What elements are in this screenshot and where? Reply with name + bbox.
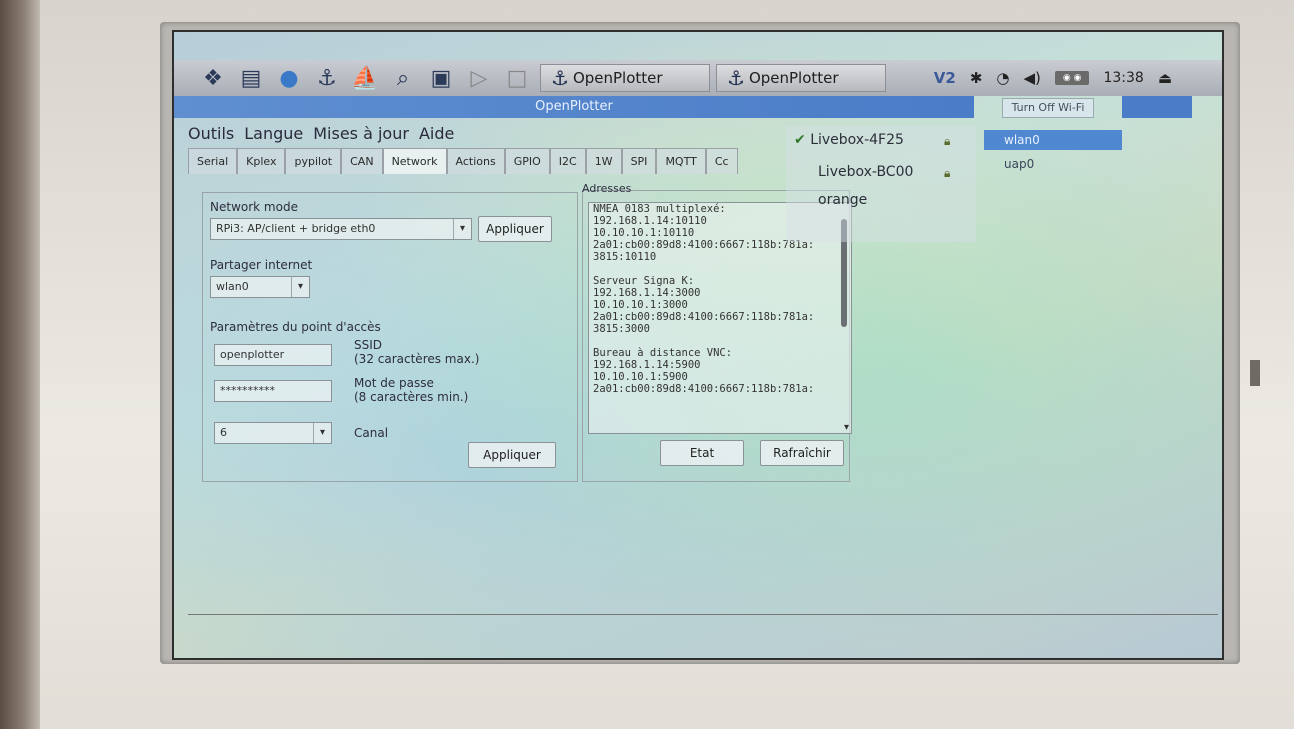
address-line: 3815:3000 <box>593 323 650 335</box>
address-line: 192.168.1.14:5900 <box>593 359 701 371</box>
menu-aide[interactable]: Aide <box>419 124 454 143</box>
address-line: 2a01:cb00:89d8:4100:6667:118b:781a: <box>593 383 815 395</box>
tab-gpio[interactable]: GPIO <box>504 148 550 174</box>
tab-actions[interactable]: Actions <box>446 148 505 174</box>
chevron-down-icon: ▾ <box>291 277 309 297</box>
task-label: OpenPlotter <box>572 69 663 87</box>
file-manager-icon[interactable]: ▤ <box>236 64 266 92</box>
etat-button[interactable]: Etat <box>660 440 744 466</box>
channel-select[interactable]: 6 ▾ <box>214 422 332 444</box>
addresses-legend: Adresses <box>582 182 632 195</box>
chevron-down-icon: ▾ <box>313 423 331 443</box>
tab-i2c[interactable]: I2C <box>549 148 586 174</box>
monitor-icon[interactable]: ▣ <box>426 64 456 92</box>
check-icon: ✔ <box>794 132 806 148</box>
share-internet-label: Partager internet <box>210 258 313 272</box>
address-line: Serveur Signa K: <box>593 275 695 287</box>
task-label: OpenPlotter <box>748 69 839 87</box>
share-internet-select[interactable]: wlan0 ▾ <box>210 276 310 298</box>
turn-off-wifi-button[interactable]: Turn Off Wi-Fi <box>1002 98 1094 118</box>
tab-can[interactable]: CAN <box>341 148 383 174</box>
window-title: OpenPlotter <box>174 96 974 118</box>
task-openplotter-1[interactable]: ⚓ OpenPlotter <box>540 64 710 92</box>
menubar: Outils Langue Mises à jour Aide <box>188 124 454 143</box>
lock-icon: 🔒︎ <box>944 166 951 180</box>
ssid-field[interactable]: openplotter <box>214 344 332 366</box>
address-line: 10.10.10.1:5900 <box>593 371 688 383</box>
channel-label: Canal <box>354 426 389 440</box>
address-line: 10.10.10.1:3000 <box>593 299 688 311</box>
wifi-network-label: Livebox-4F25 <box>810 132 904 148</box>
address-line: Bureau à distance VNC: <box>593 347 733 359</box>
side-notch <box>1250 360 1260 386</box>
desk-edge <box>0 0 42 729</box>
share-internet-value: wlan0 <box>216 280 249 293</box>
apply-ap-button[interactable]: Appliquer <box>468 442 556 468</box>
wifi-network-item[interactable]: ✔ Livebox-4F25 <box>794 132 904 148</box>
wifi-icon[interactable]: ◔ <box>996 69 1009 87</box>
wifi-network-item[interactable]: orange <box>818 192 867 208</box>
bluetooth-icon[interactable]: ✱ <box>970 69 983 87</box>
menu-outils[interactable]: Outils <box>188 124 234 143</box>
network-mode-select[interactable]: RPi3: AP/client + bridge eth0 ▾ <box>210 218 472 240</box>
divider <box>188 614 1218 615</box>
anchor-icon: ⚓ <box>551 66 569 90</box>
scroll-down-icon[interactable]: ▾ <box>844 422 849 433</box>
search-icon[interactable]: ⌕ <box>388 64 418 92</box>
ssid-hint: (32 caractères max.) <box>354 352 480 366</box>
volume-icon[interactable]: ◀) <box>1023 69 1040 87</box>
channel-value: 6 <box>220 426 227 439</box>
ap-params-label: Paramètres du point d'accès <box>210 320 381 334</box>
lock-icon: 🔒︎ <box>944 134 951 148</box>
anchor-icon[interactable]: ⚓ <box>312 64 342 92</box>
raspberry-menu-icon[interactable]: ❖ <box>198 64 228 92</box>
address-line <box>589 335 851 347</box>
password-hint: (8 caractères min.) <box>354 390 469 404</box>
address-line: 3815:10110 <box>593 251 657 263</box>
play-icon[interactable]: ▷ <box>464 64 494 92</box>
system-tray: V2 ✱ ◔ ◀) ◉ ◉ 13:38 ⏏ <box>934 69 1172 87</box>
network-mode-label: Network mode <box>210 200 298 214</box>
wifi-network-item[interactable]: Livebox-BC00 <box>818 164 913 180</box>
boat-icon[interactable]: ⛵ <box>350 64 380 92</box>
menu-mises-a-jour[interactable]: Mises à jour <box>313 124 409 143</box>
interface-wlan0[interactable]: wlan0 <box>984 130 1122 150</box>
tab-pypilot[interactable]: pypilot <box>285 148 342 174</box>
interface-uap0[interactable]: uap0 <box>984 154 1122 174</box>
password-label: Mot de passe <box>354 376 434 390</box>
chevron-down-icon: ▾ <box>453 219 471 239</box>
ssid-label: SSID <box>354 338 383 352</box>
address-line: 2a01:cb00:89d8:4100:6667:118b:781a: <box>593 311 815 323</box>
tab-more[interactable]: Cc <box>705 148 738 174</box>
refresh-button[interactable]: Rafraîchir <box>760 440 844 466</box>
address-line <box>589 263 851 275</box>
clock: 13:38 <box>1103 70 1144 86</box>
stop-icon[interactable]: □ <box>502 64 532 92</box>
task-openplotter-2[interactable]: ⚓ OpenPlotter <box>716 64 886 92</box>
tab-kplex[interactable]: Kplex <box>237 148 286 174</box>
tab-serial[interactable]: Serial <box>188 148 238 174</box>
vnc-icon[interactable]: V2 <box>934 69 956 87</box>
browser-icon[interactable]: ● <box>274 64 304 92</box>
cpu-badge: ◉ ◉ <box>1054 71 1090 85</box>
address-line: 192.168.1.14:3000 <box>593 287 701 299</box>
anchor-icon: ⚓ <box>727 66 745 90</box>
window-controls[interactable] <box>1122 96 1192 118</box>
tab-bar: Serial Kplex pypilot CAN Network Actions… <box>188 148 738 174</box>
password-field[interactable]: ********** <box>214 380 332 402</box>
tab-mqtt[interactable]: MQTT <box>656 148 706 174</box>
tab-1w[interactable]: 1W <box>585 148 622 174</box>
tab-network[interactable]: Network <box>382 148 447 174</box>
eject-icon[interactable]: ⏏ <box>1158 69 1172 87</box>
taskbar: ❖ ▤ ● ⚓ ⛵ ⌕ ▣ ▷ □ ⚓ OpenPlotter ⚓ OpenPl… <box>174 60 1222 96</box>
menu-langue[interactable]: Langue <box>244 124 303 143</box>
network-mode-value: RPi3: AP/client + bridge eth0 <box>216 222 376 235</box>
screen: ❖ ▤ ● ⚓ ⛵ ⌕ ▣ ▷ □ ⚓ OpenPlotter ⚓ OpenPl… <box>172 30 1224 660</box>
tab-spi[interactable]: SPI <box>621 148 657 174</box>
apply-mode-button[interactable]: Appliquer <box>478 216 552 242</box>
